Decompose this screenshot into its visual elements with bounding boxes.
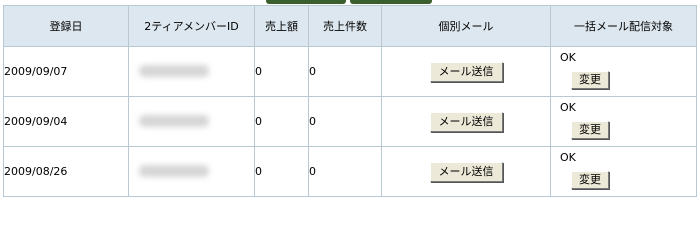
col-header-individual-mail: 個別メール: [381, 5, 551, 47]
individual-mail-cell: メール送信: [381, 146, 551, 197]
sales-amount: 0: [254, 146, 309, 197]
bulk-mail-cell: OK 変更: [550, 46, 697, 97]
registration-date: 2009/09/07: [3, 46, 129, 97]
change-button[interactable]: 変更: [571, 171, 609, 189]
member-id-redacted: [128, 146, 255, 197]
top-tab-left[interactable]: [266, 0, 346, 4]
member-id-redacted: [128, 46, 255, 97]
col-header-bulk-mail-target: 一括メール配信対象: [550, 5, 697, 47]
member-table: 登録日 2ティアメンバーID 売上額 売上件数 個別メール 一括メール配信対象 …: [3, 5, 697, 197]
change-button[interactable]: 変更: [571, 71, 609, 89]
table-row: 2009/08/26 0 0 メール送信 OK 変更: [3, 146, 697, 197]
send-mail-button[interactable]: メール送信: [429, 111, 503, 132]
registration-date: 2009/09/04: [3, 96, 129, 147]
redaction-blur: [139, 165, 209, 177]
registration-date: 2009/08/26: [3, 146, 129, 197]
col-header-sales-amount: 売上額: [254, 5, 309, 47]
send-mail-button[interactable]: メール送信: [429, 61, 503, 82]
top-tab-right[interactable]: [350, 0, 432, 4]
table-header-row: 登録日 2ティアメンバーID 売上額 売上件数 個別メール 一括メール配信対象: [3, 5, 697, 47]
redaction-blur: [139, 115, 209, 127]
individual-mail-cell: メール送信: [381, 46, 551, 97]
bulk-status: OK: [560, 101, 576, 114]
sales-count: 0: [308, 46, 382, 97]
bulk-status: OK: [560, 51, 576, 64]
bulk-mail-cell: OK 変更: [550, 146, 697, 197]
change-button[interactable]: 変更: [571, 121, 609, 139]
sales-count: 0: [308, 96, 382, 147]
redaction-blur: [139, 65, 209, 77]
bulk-mail-cell: OK 変更: [550, 96, 697, 147]
sales-amount: 0: [254, 96, 309, 147]
col-header-member-id: 2ティアメンバーID: [128, 5, 255, 47]
col-header-sales-count: 売上件数: [308, 5, 382, 47]
bulk-status: OK: [560, 151, 576, 164]
member-id-redacted: [128, 96, 255, 147]
send-mail-button[interactable]: メール送信: [429, 161, 503, 182]
table-row: 2009/09/07 0 0 メール送信 OK 変更: [3, 46, 697, 97]
table-row: 2009/09/04 0 0 メール送信 OK 変更: [3, 96, 697, 147]
sales-amount: 0: [254, 46, 309, 97]
col-header-registration-date: 登録日: [3, 5, 129, 47]
sales-count: 0: [308, 146, 382, 197]
individual-mail-cell: メール送信: [381, 96, 551, 147]
